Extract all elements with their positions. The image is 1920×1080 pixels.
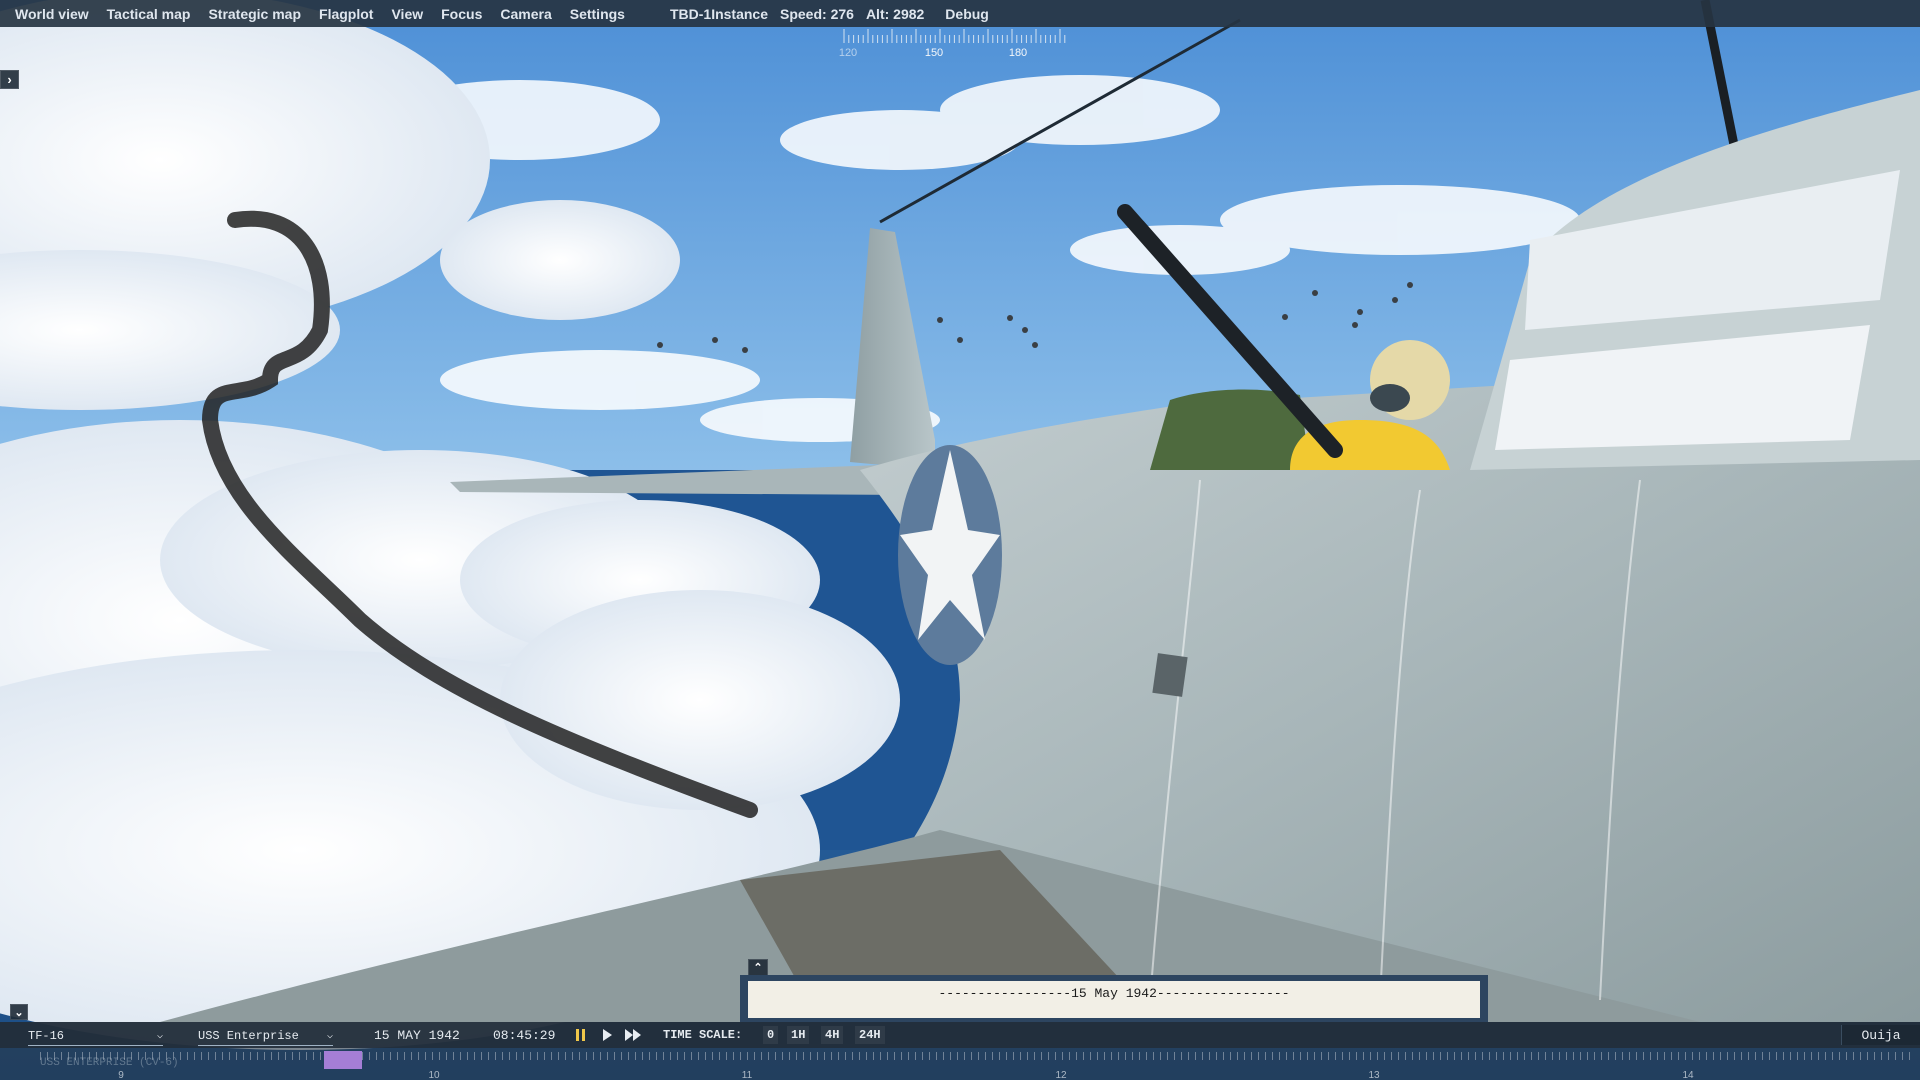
star-insignia [898,445,1002,665]
timeline-hour-label: 11 [741,1070,753,1080]
game-time: 08:45:29 [493,1028,556,1043]
ship-select[interactable]: USS Enterprise ⌵ [198,1027,333,1046]
ship-value: USS Enterprise [198,1029,299,1043]
timeline-hour-label: 9 [118,1070,124,1080]
unit-status: TBD-1Instance Speed: 276 Alt: 2982 [664,6,930,22]
timeline-hour-label: 14 [1682,1070,1694,1080]
game-viewport[interactable] [0,0,1920,1080]
timeline-track[interactable] [40,1052,1910,1060]
expand-log-button[interactable]: ⌃ [748,959,768,976]
message-log[interactable]: -----------------15 May 1942------------… [748,981,1480,1018]
timeline-hour-label: 13 [1368,1070,1380,1080]
timeline-row-label: USS ENTERPRISE (CV-6) [40,1057,179,1069]
play-icon [603,1029,612,1041]
task-force-select[interactable]: TF-16 ⌵ [28,1027,163,1046]
timeline-hour-label: 10 [428,1070,440,1080]
menu-flagplot[interactable]: Flagplot [310,6,382,22]
play-button[interactable] [600,1027,614,1043]
time-scale-0[interactable]: 0 [763,1026,779,1044]
timeline[interactable]: USS ENTERPRISE (CV-6) 9 10 11 12 13 14 [0,1048,1920,1080]
unit-name: TBD-1Instance [669,5,768,22]
chevron-up-icon: ⌃ [753,962,763,974]
menu-focus[interactable]: Focus [432,6,491,22]
top-menu-bar: World view Tactical map Strategic map Fl… [0,0,1920,27]
compass-label-150: 150 [924,47,944,59]
pause-icon [576,1029,585,1041]
ouija-button[interactable]: Ouija [1841,1025,1920,1045]
menu-world-view[interactable]: World view [6,6,98,22]
time-scale-4h[interactable]: 4H [821,1026,844,1044]
time-scale-24h[interactable]: 24H [855,1026,885,1044]
pause-button[interactable] [574,1027,588,1043]
menu-settings[interactable]: Settings [561,6,634,22]
message-log-panel: -----------------15 May 1942------------… [740,975,1488,1022]
chevron-down-icon: ⌄ [14,1006,24,1019]
fuselage-hatch [1152,653,1188,697]
chevron-down-icon: ⌵ [326,1031,333,1042]
task-force-value: TF-16 [28,1029,65,1043]
speed-readout: Speed: 276 [780,5,854,22]
altitude-readout: Alt: 2982 [865,5,925,22]
chevron-down-icon: ⌵ [156,1031,163,1042]
menu-strategic-map[interactable]: Strategic map [199,6,310,22]
menu-debug[interactable]: Debug [936,6,998,22]
fast-forward-button[interactable] [624,1027,642,1043]
expand-left-panel-button[interactable]: › [0,70,19,89]
timeline-current-marker[interactable] [324,1051,362,1069]
time-scale-label: TIME SCALE: [663,1028,743,1042]
timeline-hour-label: 12 [1055,1070,1067,1080]
game-date: 15 MAY 1942 [374,1028,460,1043]
time-scale-1h[interactable]: 1H [787,1026,810,1044]
menu-view[interactable]: View [382,6,432,22]
chevron-right-icon: › [7,72,12,87]
compass-label-180: 180 [1008,47,1028,59]
fast-forward-icon [625,1029,641,1041]
compass-ticks [843,29,1066,43]
collapse-bottom-panel-button[interactable]: ⌄ [10,1004,28,1020]
compass-label-120: 120 [838,47,858,59]
bottom-control-bar: TF-16 ⌵ USS Enterprise ⌵ 15 MAY 1942 08:… [0,1022,1920,1048]
log-date-line: -----------------15 May 1942------------… [938,986,1290,1001]
menu-camera[interactable]: Camera [491,6,560,22]
menu-tactical-map[interactable]: Tactical map [98,6,200,22]
heading-compass: 120 150 180 [838,27,1070,61]
